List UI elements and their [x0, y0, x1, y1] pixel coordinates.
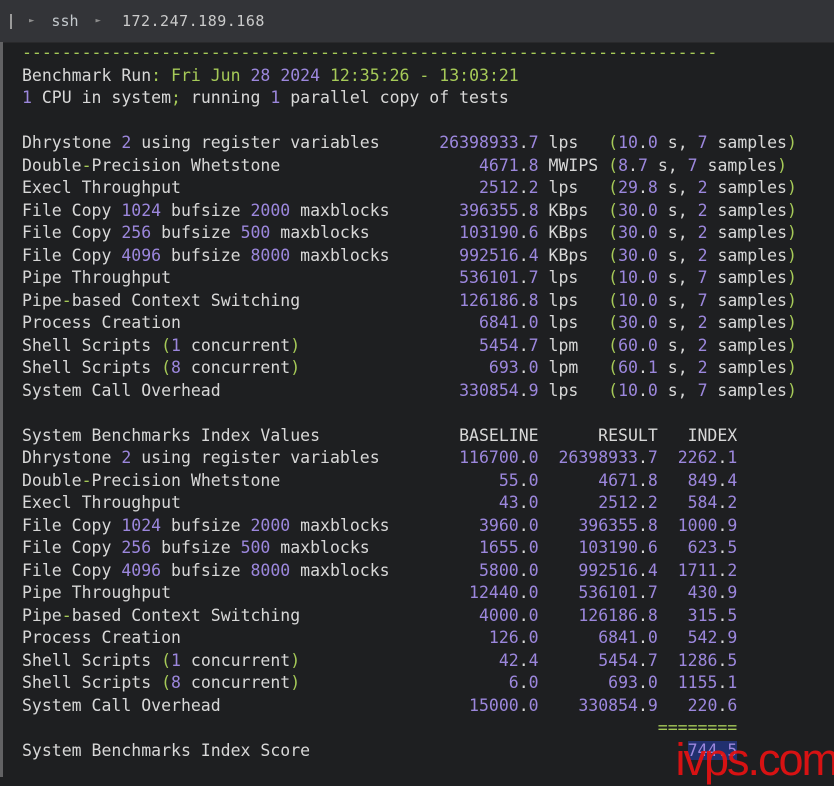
terminal-line: Pipe Throughput 536101.7 lps (10.0 s, 7 …	[22, 268, 797, 287]
terminal-line: Pipe-based Context Switching 4000.0 1261…	[22, 605, 738, 625]
terminal-line: File Copy 4096 bufsize 8000 maxblocks 58…	[22, 560, 738, 580]
terminal-line: Execl Throughput 43.0 2512.2 584.2	[22, 493, 738, 512]
terminal-line: Double-Precision Whetstone 55.0 4671.8 8…	[22, 470, 738, 490]
tab-host-address[interactable]: 172.247.189.168	[122, 12, 265, 30]
terminal-line: File Copy 1024 bufsize 2000 maxblocks 39…	[22, 200, 797, 220]
scroll-indicator	[0, 42, 3, 777]
terminal-line: Benchmark Run: Fri Jun 28 2024 12:35:26 …	[22, 65, 519, 85]
terminal-line: File Copy 1024 bufsize 2000 maxblocks 39…	[22, 515, 738, 535]
terminal-line: System Benchmarks Index Values BASELINE …	[22, 425, 738, 445]
terminal-line: Shell Scripts (1 concurrent) 42.4 5454.7…	[22, 650, 738, 670]
tab-session-label[interactable]: ssh	[51, 12, 78, 30]
terminal-line: System Call Overhead 15000.0 330854.9 22…	[22, 695, 738, 715]
terminal-line: Pipe Throughput 12440.0 536101.7 430.9	[22, 583, 738, 602]
terminal-line: File Copy 4096 bufsize 8000 maxblocks 99…	[22, 245, 797, 265]
terminal-line: Double-Precision Whetstone 4671.8 MWIPS …	[22, 155, 787, 175]
terminal-line: File Copy 256 bufsize 500 maxblocks 1655…	[22, 538, 738, 557]
terminal-output[interactable]: ----------------------------------------…	[0, 42, 834, 777]
terminal-line: Pipe-based Context Switching 126186.8 lp…	[22, 290, 797, 310]
terminal-line: Process Creation 126.0 6841.0 542.9	[22, 628, 738, 647]
terminal-line: Process Creation 6841.0 lps (30.0 s, 2 s…	[22, 313, 797, 332]
chevron-right-icon: ►	[29, 15, 35, 26]
terminal-line: ----------------------------------------…	[22, 43, 718, 62]
terminal-tab-bar: ► ssh ► 172.247.189.168	[0, 0, 834, 43]
terminal-line: Shell Scripts (8 concurrent) 693.0 lpm (…	[22, 358, 797, 377]
terminal-line: Execl Throughput 2512.2 lps (29.8 s, 2 s…	[22, 178, 797, 197]
chevron-right-icon: ►	[95, 15, 101, 26]
terminal-line: System Call Overhead 330854.9 lps (10.0 …	[22, 380, 797, 400]
terminal-line: File Copy 256 bufsize 500 maxblocks 1031…	[22, 223, 797, 242]
terminal-line: 1 CPU in system; running 1 parallel copy…	[22, 88, 509, 107]
terminal-line: Shell Scripts (1 concurrent) 5454.7 lpm …	[22, 335, 797, 355]
terminal-line: Shell Scripts (8 concurrent) 6.0 693.0 1…	[22, 673, 738, 692]
terminal-line: Dhrystone 2 using register variables 263…	[22, 133, 797, 152]
terminal-line: Dhrystone 2 using register variables 116…	[22, 448, 738, 467]
watermark: ivps.com	[675, 734, 834, 785]
pane-indicator	[10, 13, 12, 29]
